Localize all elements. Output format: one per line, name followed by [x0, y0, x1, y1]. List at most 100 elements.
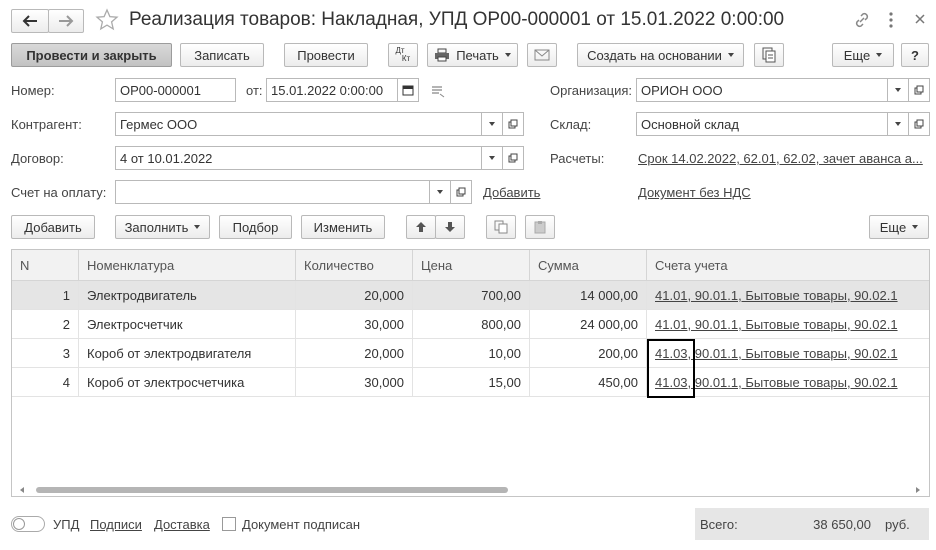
table-row[interactable]: 4 Короб от электросчетчика 30,000 15,00 …: [12, 368, 929, 397]
warehouse-input[interactable]: Основной склад: [636, 112, 888, 136]
cell-qty: 20,000: [296, 339, 413, 368]
header-nomenclature[interactable]: Номенклатура: [79, 250, 296, 281]
envelope-icon: [534, 49, 550, 61]
header-price[interactable]: Цена: [413, 250, 530, 281]
table-more-button[interactable]: Еще: [869, 215, 929, 239]
cell-accounts[interactable]: 41.01, 90.01.1, Бытовые товары, 90.02.1: [647, 310, 929, 339]
total-value: 38 650,00: [813, 517, 871, 532]
more-vertical-icon[interactable]: [886, 10, 896, 30]
table-fill-button[interactable]: Заполнить: [115, 215, 210, 239]
header-accounts[interactable]: Счета учета: [647, 250, 929, 281]
move-up-button[interactable]: [406, 215, 436, 239]
cell-price: 700,00: [413, 281, 530, 310]
scroll-right-icon[interactable]: [914, 486, 922, 494]
arrow-up-icon: [416, 222, 426, 232]
header-n[interactable]: N: [12, 250, 79, 281]
cell-sum: 14 000,00: [530, 281, 647, 310]
forward-button[interactable]: [48, 9, 84, 33]
create-based-on-button[interactable]: Создать на основании: [577, 43, 744, 67]
write-button[interactable]: Записать: [180, 43, 264, 67]
move-down-button[interactable]: [435, 215, 465, 239]
scrollbar-thumb[interactable]: [36, 487, 508, 493]
cell-price: 10,00: [413, 339, 530, 368]
cell-name: Электросчетчик: [79, 310, 296, 339]
vat-link[interactable]: Документ без НДС: [638, 185, 751, 201]
upd-toggle[interactable]: [11, 516, 45, 532]
warehouse-dropdown[interactable]: [887, 112, 909, 136]
print-button[interactable]: Печать: [427, 43, 518, 67]
more-label: Еще: [843, 47, 871, 63]
open-icon: [456, 187, 466, 197]
date-from-label: от:: [246, 83, 263, 98]
signed-checkbox[interactable]: [222, 517, 236, 531]
print-label: Печать: [456, 47, 499, 63]
chevron-down-icon: [437, 190, 443, 194]
contract-open[interactable]: [502, 146, 524, 170]
goods-table[interactable]: N Номенклатура Количество Цена Сумма Сче…: [11, 249, 930, 497]
star-icon[interactable]: [95, 8, 119, 32]
organization-input[interactable]: ОРИОН ООО: [636, 78, 888, 102]
more-button[interactable]: Еще: [832, 43, 894, 67]
chevron-down-icon: [489, 122, 495, 126]
invoice-label: Счет на оплату:: [11, 185, 107, 200]
counterparty-input[interactable]: Гермес ООО: [115, 112, 482, 136]
table-header: N Номенклатура Количество Цена Сумма Сче…: [12, 250, 929, 281]
scroll-left-icon[interactable]: [18, 486, 26, 494]
cell-name: Электродвигатель: [79, 281, 296, 310]
delivery-link[interactable]: Доставка: [154, 517, 210, 533]
open-icon: [914, 119, 924, 129]
currency-label: руб.: [885, 517, 910, 532]
table-row[interactable]: 2 Электросчетчик 30,000 800,00 24 000,00…: [12, 310, 929, 339]
organization-dropdown[interactable]: [887, 78, 909, 102]
cell-sum: 200,00: [530, 339, 647, 368]
table-row[interactable]: 1 Электродвигатель 20,000 700,00 14 000,…: [12, 281, 929, 310]
back-button[interactable]: [11, 9, 49, 33]
email-button[interactable]: [527, 43, 557, 67]
contract-label: Договор:: [11, 151, 64, 166]
link-icon[interactable]: [853, 11, 871, 29]
cell-n: 3: [12, 339, 79, 368]
table-more-label: Еще: [879, 219, 907, 235]
invoice-add-link[interactable]: Добавить: [483, 185, 540, 201]
header-quantity[interactable]: Количество: [296, 250, 413, 281]
counterparty-open[interactable]: [502, 112, 524, 136]
post-and-close-button[interactable]: Провести и закрыть: [11, 43, 172, 67]
settlements-link[interactable]: Срок 14.02.2022, 62.01, 62.02, зачет ава…: [638, 151, 928, 167]
table-change-button[interactable]: Изменить: [301, 215, 385, 239]
chevron-down-icon: [727, 53, 734, 57]
number-input[interactable]: ОР00-000001: [115, 78, 236, 102]
table-pick-button[interactable]: Подбор: [219, 215, 292, 239]
invoice-open[interactable]: [450, 180, 472, 204]
header-sum[interactable]: Сумма: [530, 250, 647, 281]
cell-n: 2: [12, 310, 79, 339]
horizontal-scrollbar[interactable]: [12, 484, 929, 496]
structure-button[interactable]: [754, 43, 784, 67]
open-icon: [508, 119, 518, 129]
settlements-label: Расчеты:: [550, 151, 605, 166]
paste-row-button[interactable]: [525, 215, 555, 239]
counterparty-dropdown[interactable]: [481, 112, 503, 136]
cell-qty: 30,000: [296, 310, 413, 339]
signatures-link[interactable]: Подписи: [90, 517, 142, 533]
copy-row-button[interactable]: [486, 215, 516, 239]
table-add-button[interactable]: Добавить: [11, 215, 95, 239]
help-button[interactable]: ?: [901, 43, 929, 67]
clipboard-icon: [534, 221, 546, 234]
comment-icon[interactable]: [430, 84, 446, 100]
kt-label: Кт: [401, 54, 411, 63]
post-button[interactable]: Провести: [284, 43, 368, 67]
invoice-dropdown[interactable]: [429, 180, 451, 204]
contract-input[interactable]: 4 от 10.01.2022: [115, 146, 482, 170]
close-icon[interactable]: [914, 13, 926, 25]
date-input[interactable]: 15.01.2022 0:00:00: [266, 78, 398, 102]
table-row[interactable]: 3 Короб от электродвигателя 20,000 10,00…: [12, 339, 929, 368]
cell-accounts[interactable]: 41.01, 90.01.1, Бытовые товары, 90.02.1: [647, 281, 929, 310]
contract-dropdown[interactable]: [481, 146, 503, 170]
cell-name: Короб от электросчетчика: [79, 368, 296, 397]
calendar-button[interactable]: [397, 78, 419, 102]
warehouse-open[interactable]: [908, 112, 930, 136]
invoice-input[interactable]: [115, 180, 430, 204]
warehouse-label: Склад:: [550, 117, 592, 132]
organization-open[interactable]: [908, 78, 930, 102]
dt-kt-button[interactable]: Дт Кт: [388, 43, 418, 67]
